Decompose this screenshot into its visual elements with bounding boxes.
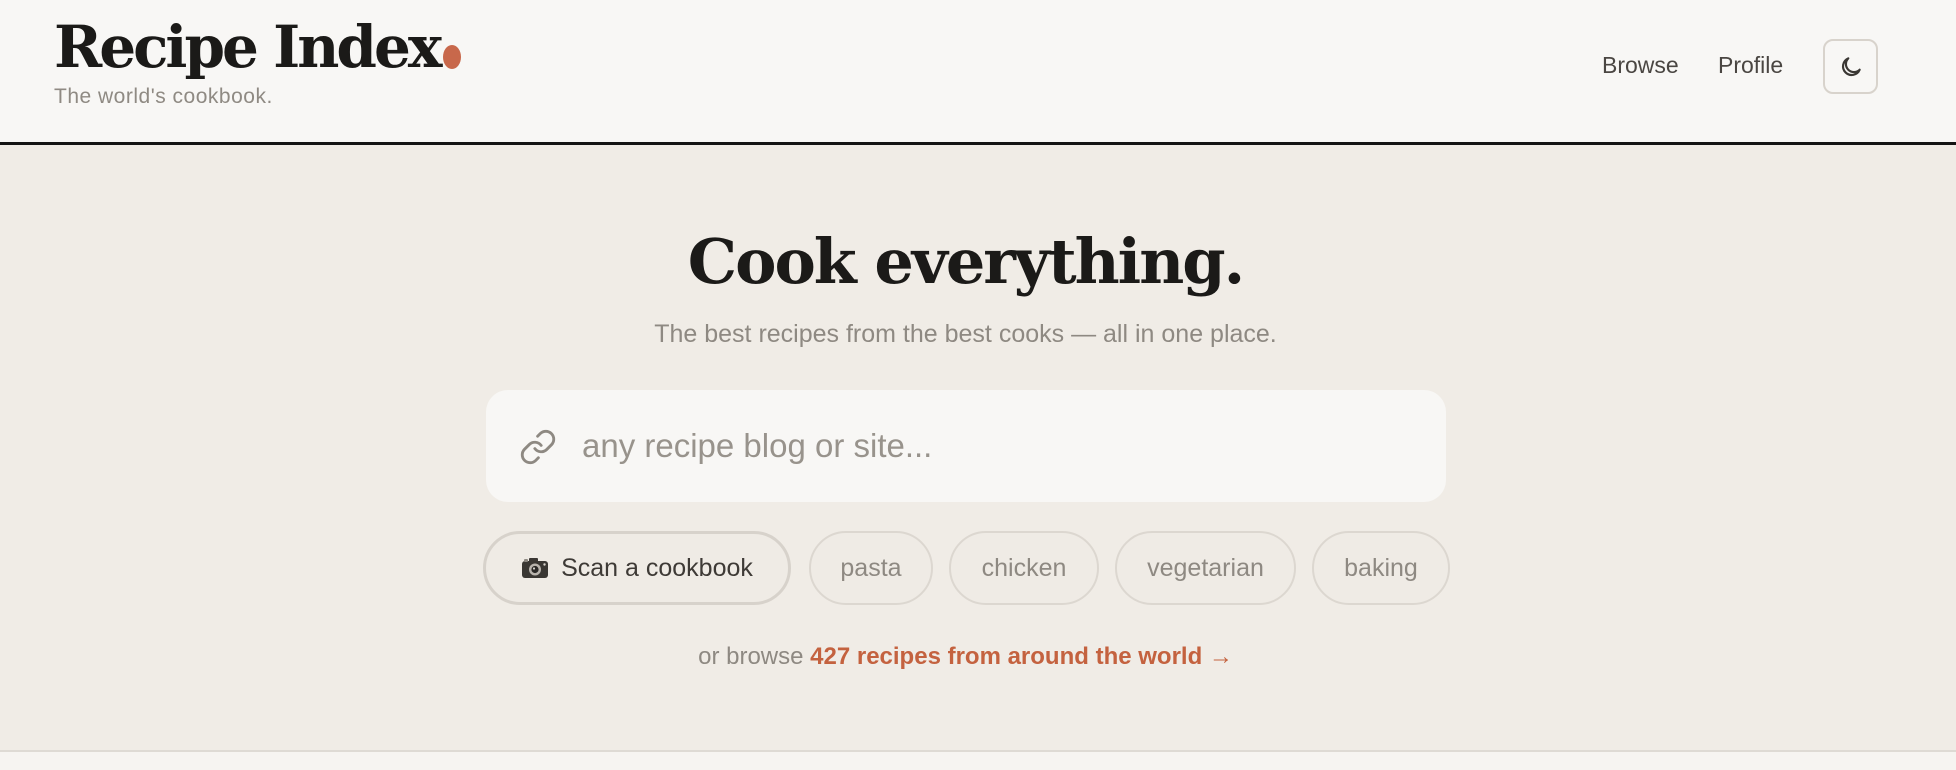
top-header: Recipe Index The world's cookbook. Brows… [0,0,1956,145]
theme-toggle-button[interactable] [1823,39,1878,94]
browse-all-recipes-link[interactable]: 427 recipes from around the world → [810,643,1233,670]
recipe-url-input[interactable] [582,418,1412,474]
nav-profile-link[interactable]: Profile [1718,52,1783,79]
search-box[interactable] [486,390,1446,502]
moon-icon [1841,56,1861,76]
camera-icon [521,557,549,579]
chip-chicken[interactable]: chicken [949,531,1099,605]
browse-prefix: or browse [698,643,804,670]
hero-subtitle: The best recipes from the best cooks — a… [654,320,1277,348]
logo[interactable]: Recipe Index [54,13,462,81]
logo-dot [443,45,462,69]
hero-title: Cook everything. [687,225,1246,298]
chip-pasta[interactable]: pasta [809,531,933,605]
nav-browse-link[interactable]: Browse [1602,52,1679,79]
chip-vegetarian[interactable]: vegetarian [1115,531,1296,605]
chip-baking[interactable]: baking [1312,531,1450,605]
link-icon [520,429,556,465]
logo-text[interactable]: Recipe Index [54,13,442,81]
content-area-edge [0,750,1956,770]
browse-line: or browse 427 recipes from around the wo… [0,643,1931,671]
tagline: The world's cookbook. [54,85,273,108]
scan-cookbook-button[interactable]: Scan a cookbook [483,531,791,605]
scan-cookbook-label: Scan a cookbook [561,553,753,582]
